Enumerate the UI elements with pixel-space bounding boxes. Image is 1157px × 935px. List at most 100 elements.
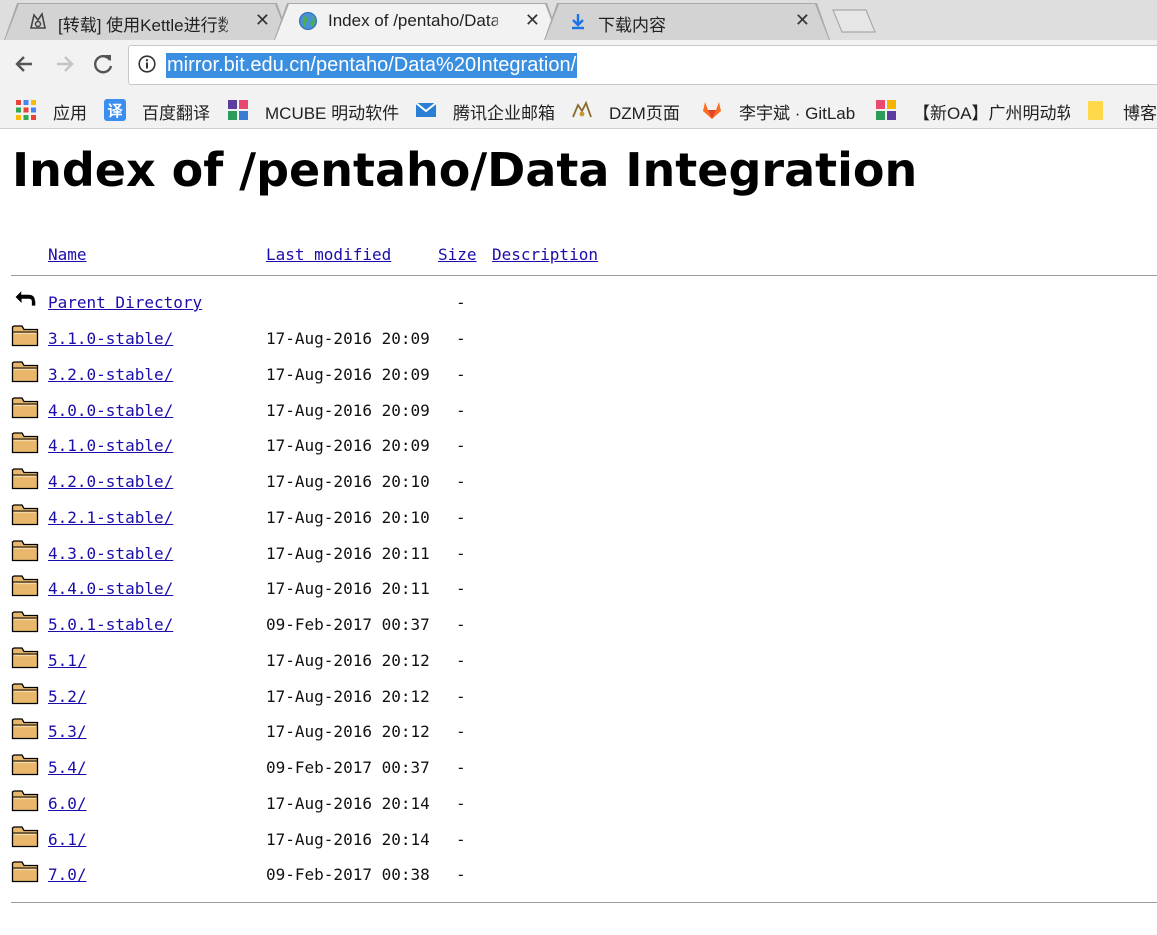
folder-icon	[11, 325, 39, 347]
directory-link[interactable]: 4.1.0-stable/	[48, 436, 173, 455]
directory-link[interactable]: 6.1/	[48, 830, 87, 849]
folder-icon	[11, 861, 39, 883]
directory-row: 4.3.0-stable/17-Aug-2016 20:11 -	[0, 538, 1157, 572]
last-modified-value: 09-Feb-2017 00:38	[266, 865, 430, 885]
tab-close-icon[interactable]: ✕	[795, 10, 810, 30]
tab-downloads[interactable]: 下载内容 ✕	[544, 3, 830, 40]
size-value: -	[456, 650, 466, 670]
tab-kettle-article[interactable]: [转载] 使用Kettle进行数据 ✕	[4, 3, 290, 40]
size-value: -	[456, 865, 466, 885]
tab-title: [转载] 使用Kettle进行数据	[58, 16, 228, 35]
directory-row: 4.4.0-stable/17-Aug-2016 20:11 -	[0, 573, 1157, 607]
parent-directory-row: Parent Directory -	[0, 287, 1157, 321]
last-modified-value: 17-Aug-2016 20:12	[266, 722, 430, 742]
site-info-icon[interactable]	[138, 55, 156, 73]
bookmarks-bar: 应用 译 百度翻译 MCUBE 明动软件 腾讯企业邮箱 DZM页面 李宇斌 · …	[0, 92, 1157, 129]
directory-link[interactable]: 4.3.0-stable/	[48, 544, 173, 563]
tab-close-icon[interactable]: ✕	[525, 10, 540, 30]
bookmark-new-oa[interactable]: 【新OA】广州明动软	[875, 98, 1070, 122]
mail-icon	[415, 102, 437, 117]
last-modified-value: 17-Aug-2016 20:10	[266, 507, 430, 527]
tab-title-fade	[488, 7, 518, 35]
back-arrow-icon[interactable]	[11, 50, 39, 78]
directory-row: 5.1/17-Aug-2016 20:12 -	[0, 645, 1157, 679]
folder-bookmark-icon	[1088, 101, 1103, 120]
size-value: -	[456, 722, 466, 742]
directory-link[interactable]: 4.2.0-stable/	[48, 472, 173, 491]
size-value: -	[456, 400, 466, 420]
url-text[interactable]: mirror.bit.edu.cn/pentaho/Data%20Integra…	[166, 53, 578, 78]
forward-arrow-icon[interactable]	[50, 50, 78, 78]
bookmark-label: 百度翻译	[142, 104, 210, 123]
address-bar[interactable]: mirror.bit.edu.cn/pentaho/Data%20Integra…	[128, 45, 1157, 85]
sort-by-description-link[interactable]: Description	[492, 245, 598, 264]
directory-row: 5.0.1-stable/09-Feb-2017 00:37 -	[0, 609, 1157, 643]
folder-icon	[11, 396, 39, 418]
directory-link[interactable]: 4.4.0-stable/	[48, 579, 173, 598]
bookmark-label: 应用	[53, 104, 87, 123]
reload-icon[interactable]	[89, 50, 117, 78]
directory-link[interactable]: 6.0/	[48, 794, 87, 813]
last-modified-value: 17-Aug-2016 20:12	[266, 650, 430, 670]
directory-row: 5.4/09-Feb-2017 00:37 -	[0, 752, 1157, 786]
footer-divider	[11, 902, 1157, 903]
directory-row: 3.2.0-stable/17-Aug-2016 20:09 -	[0, 359, 1157, 393]
last-modified-value: 17-Aug-2016 20:11	[266, 543, 430, 563]
directory-row: 4.2.1-stable/17-Aug-2016 20:10 -	[0, 502, 1157, 536]
directory-link[interactable]: 5.0.1-stable/	[48, 615, 173, 634]
size-value: -	[456, 758, 466, 777]
directory-row: 5.2/17-Aug-2016 20:12 -	[0, 681, 1157, 715]
folder-icon	[11, 539, 39, 561]
size-value: -	[456, 507, 466, 527]
directory-link[interactable]: 7.0/	[48, 865, 87, 884]
bookmark-label: DZM页面	[609, 104, 680, 123]
last-modified-value: 17-Aug-2016 20:09	[266, 400, 430, 420]
page-title: Index of /pentaho/Data Integration	[12, 143, 918, 197]
back-arrow-icon	[15, 291, 36, 306]
size-value: -	[456, 829, 466, 849]
bookmark-label: 【新OA】广州明动软	[913, 104, 1070, 122]
tab-title-fade	[218, 7, 248, 35]
last-modified-value: 09-Feb-2017 00:37	[266, 758, 430, 777]
last-modified-value: 17-Aug-2016 20:10	[266, 472, 430, 491]
directory-link[interactable]: 3.1.0-stable/	[48, 329, 173, 348]
size-value: -	[456, 615, 466, 634]
last-modified-value: 17-Aug-2016 20:12	[266, 686, 430, 706]
folder-icon	[11, 575, 39, 597]
directory-link[interactable]: 5.2/	[48, 687, 87, 706]
tiger-icon	[29, 11, 46, 29]
last-modified-value: 17-Aug-2016 20:14	[266, 793, 430, 813]
tab-index-of-pentaho[interactable]: Index of /pentaho/Data ✕	[274, 3, 560, 40]
size-value: -	[456, 293, 466, 312]
size-value: -	[456, 579, 466, 599]
bookmark-label: MCUBE 明动软件	[265, 104, 400, 123]
directory-link[interactable]: 5.3/	[48, 722, 87, 741]
new-tab-button[interactable]	[832, 9, 876, 33]
page-content: Index of /pentaho/Data Integration Name …	[0, 129, 1157, 935]
folder-icon	[11, 718, 39, 740]
directory-row: 6.1/17-Aug-2016 20:14 -	[0, 824, 1157, 858]
directory-link[interactable]: 3.2.0-stable/	[48, 365, 173, 384]
directory-row: 3.1.0-stable/17-Aug-2016 20:09 -	[0, 323, 1157, 357]
bookmark-blog[interactable]: 博客	[1085, 98, 1157, 122]
tab-close-icon[interactable]: ✕	[255, 10, 270, 30]
directory-link[interactable]: 4.2.1-stable/	[48, 508, 173, 527]
bookmark-label: 腾讯企业邮箱	[453, 104, 555, 123]
parent-directory-link[interactable]: Parent Directory	[48, 293, 202, 312]
size-value: -	[456, 472, 466, 491]
sort-by-last-modified-link[interactable]: Last modified	[266, 245, 391, 264]
bookmark-label: 李宇斌 · GitLab	[739, 104, 856, 123]
baidu-translate-icon: 译	[104, 99, 126, 121]
directory-link[interactable]: 5.4/	[48, 758, 87, 777]
folder-icon	[11, 682, 39, 704]
folder-icon	[11, 432, 39, 454]
directory-link[interactable]: 5.1/	[48, 651, 87, 670]
bookmark-label: 博客	[1123, 104, 1157, 122]
directory-link[interactable]: 4.0.0-stable/	[48, 401, 173, 420]
sort-by-size-link[interactable]: Size	[438, 245, 477, 264]
folder-icon	[11, 361, 39, 382]
directory-row: 4.1.0-stable/17-Aug-2016 20:09 -	[0, 430, 1157, 464]
directory-row: 5.3/17-Aug-2016 20:12 -	[0, 716, 1157, 750]
sort-by-name-link[interactable]: Name	[48, 245, 87, 264]
size-value: -	[456, 686, 466, 706]
